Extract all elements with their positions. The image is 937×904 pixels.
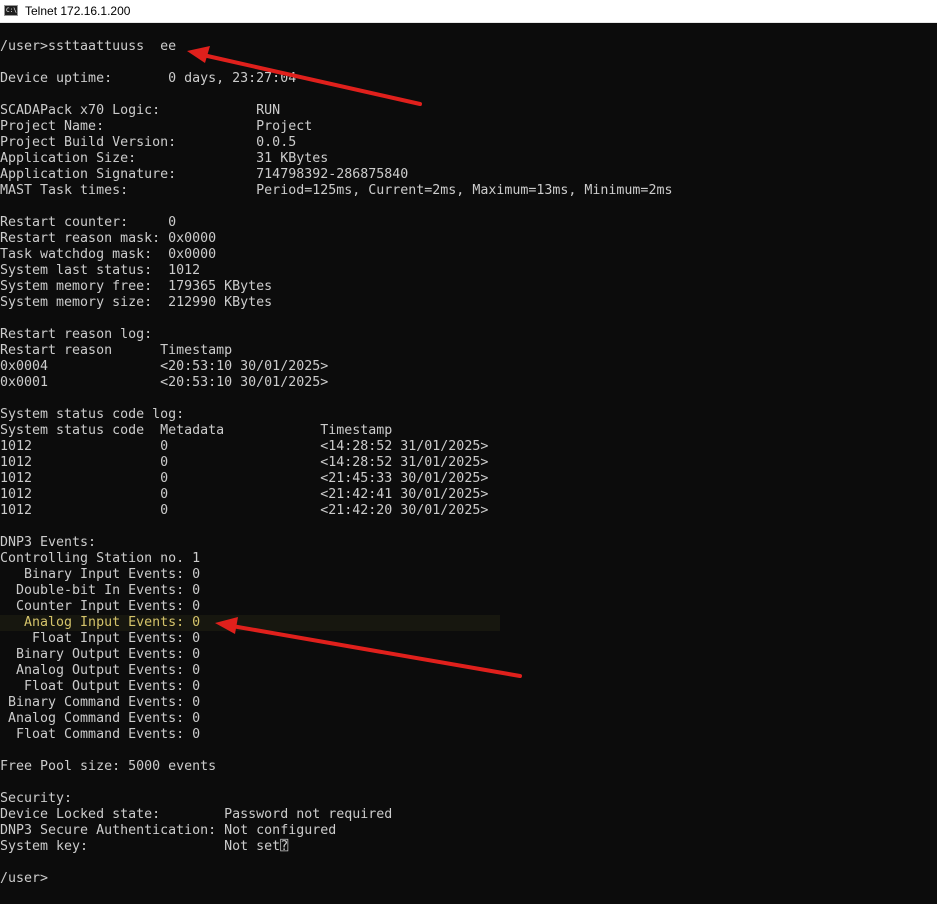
float-output-events-line: Float Output Events: 0 — [0, 679, 201, 694]
terminal-output[interactable]: /user>ssttaattuuss ee Device uptime: 0 d… — [0, 23, 937, 904]
task-watchdog-mask-line: Task watchdog mask: 0x0000 — [0, 247, 217, 262]
application-signature-line: Application Signature: 714798392-2868758… — [0, 167, 409, 182]
prompt-command-line: /user>ssttaattuuss ee — [0, 39, 177, 54]
project-name-line: Project Name: Project — [0, 119, 313, 134]
window-title: Telnet 172.16.1.200 — [25, 4, 131, 18]
status-log-row: 1012 0 <21:42:20 30/01/2025> — [0, 503, 489, 518]
analog-output-events-line: Analog Output Events: 0 — [0, 663, 201, 678]
double-bit-events-line: Double-bit In Events: 0 — [0, 583, 201, 598]
restart-log-row: 0x0001 <20:53:10 30/01/2025> — [0, 375, 329, 390]
dnp3-auth-line: DNP3 Secure Authentication: Not configur… — [0, 823, 337, 838]
binary-input-events-line: Binary Input Events: 0 — [0, 567, 201, 582]
device-uptime-line: Device uptime: 0 days, 23:27:04 — [0, 71, 297, 86]
binary-command-events-line: Binary Command Events: 0 — [0, 695, 201, 710]
prompt-line[interactable]: /user> — [0, 871, 48, 887]
application-size-line: Application Size: 31 KBytes — [0, 151, 329, 166]
memory-free-line: System memory free: 179365 KBytes — [0, 279, 273, 294]
status-log-header: System status code Metadata Timestamp — [0, 423, 393, 438]
analog-command-events-line: Analog Command Events: 0 — [0, 711, 201, 726]
float-input-events-line: Float Input Events: 0 — [0, 631, 201, 646]
restart-counter-line: Restart counter: 0 — [0, 215, 177, 230]
float-command-events-line: Float Command Events: 0 — [0, 727, 201, 742]
system-key-line: System key: Not set⍰ — [0, 839, 289, 854]
security-heading: Security: — [0, 791, 73, 806]
dnp3-events-heading: DNP3 Events: — [0, 535, 97, 550]
project-build-line: Project Build Version: 0.0.5 — [0, 135, 297, 150]
free-pool-line: Free Pool size: 5000 events — [0, 759, 217, 774]
restart-log-header: Restart reason Timestamp — [0, 343, 233, 358]
counter-input-events-line: Counter Input Events: 0 — [0, 599, 201, 614]
system-last-status-line: System last status: 1012 — [0, 263, 201, 278]
status-log-heading: System status code log: — [0, 407, 185, 422]
status-log-row: 1012 0 <21:42:41 30/01/2025> — [0, 487, 489, 502]
restart-log-row: 0x0004 <20:53:10 30/01/2025> — [0, 359, 329, 374]
binary-output-events-line: Binary Output Events: 0 — [0, 647, 201, 662]
status-log-row: 1012 0 <14:28:52 31/01/2025> — [0, 455, 489, 470]
title-bar[interactable]: C:\ Telnet 172.16.1.200 — [0, 0, 937, 23]
analog-input-events-line: Analog Input Events: 0 — [0, 615, 500, 631]
memory-size-line: System memory size: 212990 KBytes — [0, 295, 273, 310]
controlling-station-line: Controlling Station no. 1 — [0, 551, 201, 566]
mast-task-times-line: MAST Task times: Period=125ms, Current=2… — [0, 183, 673, 198]
status-log-row: 1012 0 <14:28:52 31/01/2025> — [0, 439, 489, 454]
restart-log-heading: Restart reason log: — [0, 327, 153, 342]
status-log-row: 1012 0 <21:45:33 30/01/2025> — [0, 471, 489, 486]
restart-reason-mask-line: Restart reason mask: 0x0000 — [0, 231, 217, 246]
console-icon: C:\ — [4, 5, 18, 16]
logic-state-line: SCADAPack x70 Logic: RUN — [0, 103, 281, 118]
device-locked-line: Device Locked state: Password not requir… — [0, 807, 393, 822]
